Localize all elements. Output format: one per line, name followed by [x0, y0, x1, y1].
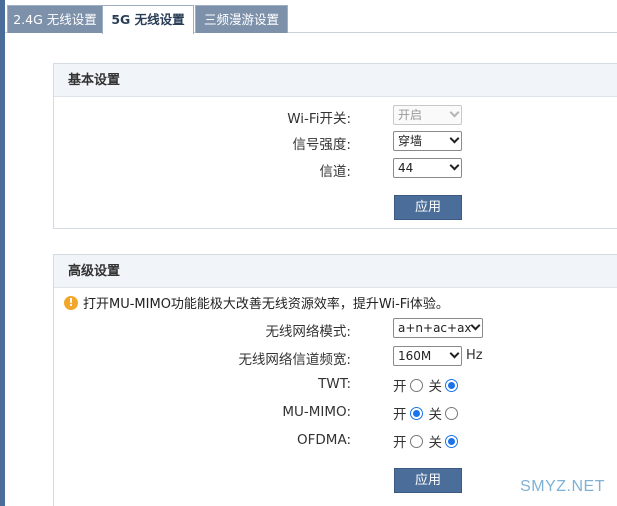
- signal-strength-label: 信号强度:: [292, 137, 351, 153]
- wifi-switch-label: Wi-Fi开关:: [287, 111, 351, 127]
- tab-tri-band-roaming[interactable]: 三频漫游设置: [195, 5, 288, 33]
- chevron-down-icon: [449, 107, 460, 118]
- channel-value: 44: [398, 161, 414, 175]
- wireless-mode-row: 无线网络模式: a+n+ac+ax: [54, 318, 617, 340]
- advanced-apply-button[interactable]: 应用: [394, 468, 462, 493]
- basic-settings-panel: 基本设置 Wi-Fi开关: 开启 信号强度: 穿墙 信道: 44 应用: [53, 63, 617, 229]
- mu-mimo-row: MU-MIMO: 开 关: [54, 402, 617, 424]
- chevron-down-icon: [449, 133, 460, 144]
- bandwidth-label: 无线网络信道频宽:: [238, 352, 351, 368]
- signal-strength-row: 信号强度: 穿墙: [54, 131, 617, 153]
- ofdma-row: OFDMA: 开 关: [54, 430, 617, 452]
- ofdma-on-radio[interactable]: [409, 434, 423, 448]
- twt-row: TWT: 开 关: [54, 374, 617, 396]
- warning-icon: !: [64, 295, 78, 310]
- twt-radio-group: 开 关: [393, 375, 464, 395]
- notice-text: 打开MU-MIMO功能能极大改善无线资源效率，提升Wi-Fi体验。: [83, 297, 449, 312]
- chevron-down-icon: [449, 160, 460, 171]
- wireless-mode-value: a+n+ac+ax: [398, 321, 472, 335]
- tab-5g-wireless[interactable]: 5G 无线设置: [102, 5, 194, 34]
- twt-off-label: 关: [428, 379, 443, 395]
- mu-mimo-on-radio[interactable]: [409, 406, 423, 420]
- mu-mimo-off-label: 关: [428, 407, 443, 423]
- bandwidth-value: 160M: [398, 349, 432, 363]
- ofdma-off-label: 关: [428, 435, 443, 451]
- wireless-mode-select[interactable]: a+n+ac+ax: [393, 318, 483, 338]
- mu-mimo-off-radio[interactable]: [445, 406, 458, 420]
- signal-strength-value: 穿墙: [398, 134, 423, 148]
- mu-mimo-on-label: 开: [393, 407, 407, 423]
- left-edge-bar: [0, 0, 5, 506]
- twt-off-radio[interactable]: [445, 378, 458, 392]
- signal-strength-select[interactable]: 穿墙: [393, 131, 462, 151]
- tab-bar: 2.4G 无线设置 5G 无线设置 三频漫游设置: [5, 0, 617, 34]
- ofdma-off-radio[interactable]: [445, 434, 458, 448]
- ofdma-label: OFDMA:: [297, 432, 351, 448]
- mu-mimo-radio-group: 开 关: [393, 403, 464, 423]
- chevron-down-icon: [449, 348, 460, 359]
- ofdma-radio-group: 开 关: [393, 431, 464, 451]
- basic-apply-button[interactable]: 应用: [394, 195, 462, 220]
- mu-mimo-label: MU-MIMO:: [282, 404, 351, 420]
- wifi-switch-value: 开启: [398, 108, 423, 122]
- wifi-switch-select: 开启: [393, 105, 462, 125]
- wireless-mode-label: 无线网络模式:: [265, 324, 351, 340]
- twt-label: TWT:: [318, 376, 351, 392]
- chevron-down-icon: [470, 320, 481, 331]
- mu-mimo-notice: ! 打开MU-MIMO功能能极大改善无线资源效率，提升Wi-Fi体验。: [64, 293, 449, 312]
- twt-on-label: 开: [393, 379, 407, 395]
- bandwidth-unit: Hz: [466, 348, 483, 363]
- bandwidth-row: 无线网络信道频宽: 160M Hz: [54, 346, 617, 368]
- channel-select[interactable]: 44: [393, 158, 462, 178]
- advanced-settings-title: 高级设置: [54, 255, 617, 288]
- bandwidth-select[interactable]: 160M: [393, 346, 462, 366]
- wifi-switch-row: Wi-Fi开关: 开启: [54, 105, 617, 127]
- channel-label: 信道:: [319, 164, 351, 180]
- tab-2g-wireless[interactable]: 2.4G 无线设置: [7, 5, 103, 33]
- watermark: SMYZ.NET: [520, 478, 605, 495]
- channel-row: 信道: 44: [54, 158, 617, 180]
- ofdma-on-label: 开: [393, 435, 407, 451]
- advanced-settings-panel: 高级设置 ! 打开MU-MIMO功能能极大改善无线资源效率，提升Wi-Fi体验。…: [53, 254, 617, 506]
- twt-on-radio[interactable]: [409, 378, 423, 392]
- basic-settings-title: 基本设置: [54, 64, 617, 97]
